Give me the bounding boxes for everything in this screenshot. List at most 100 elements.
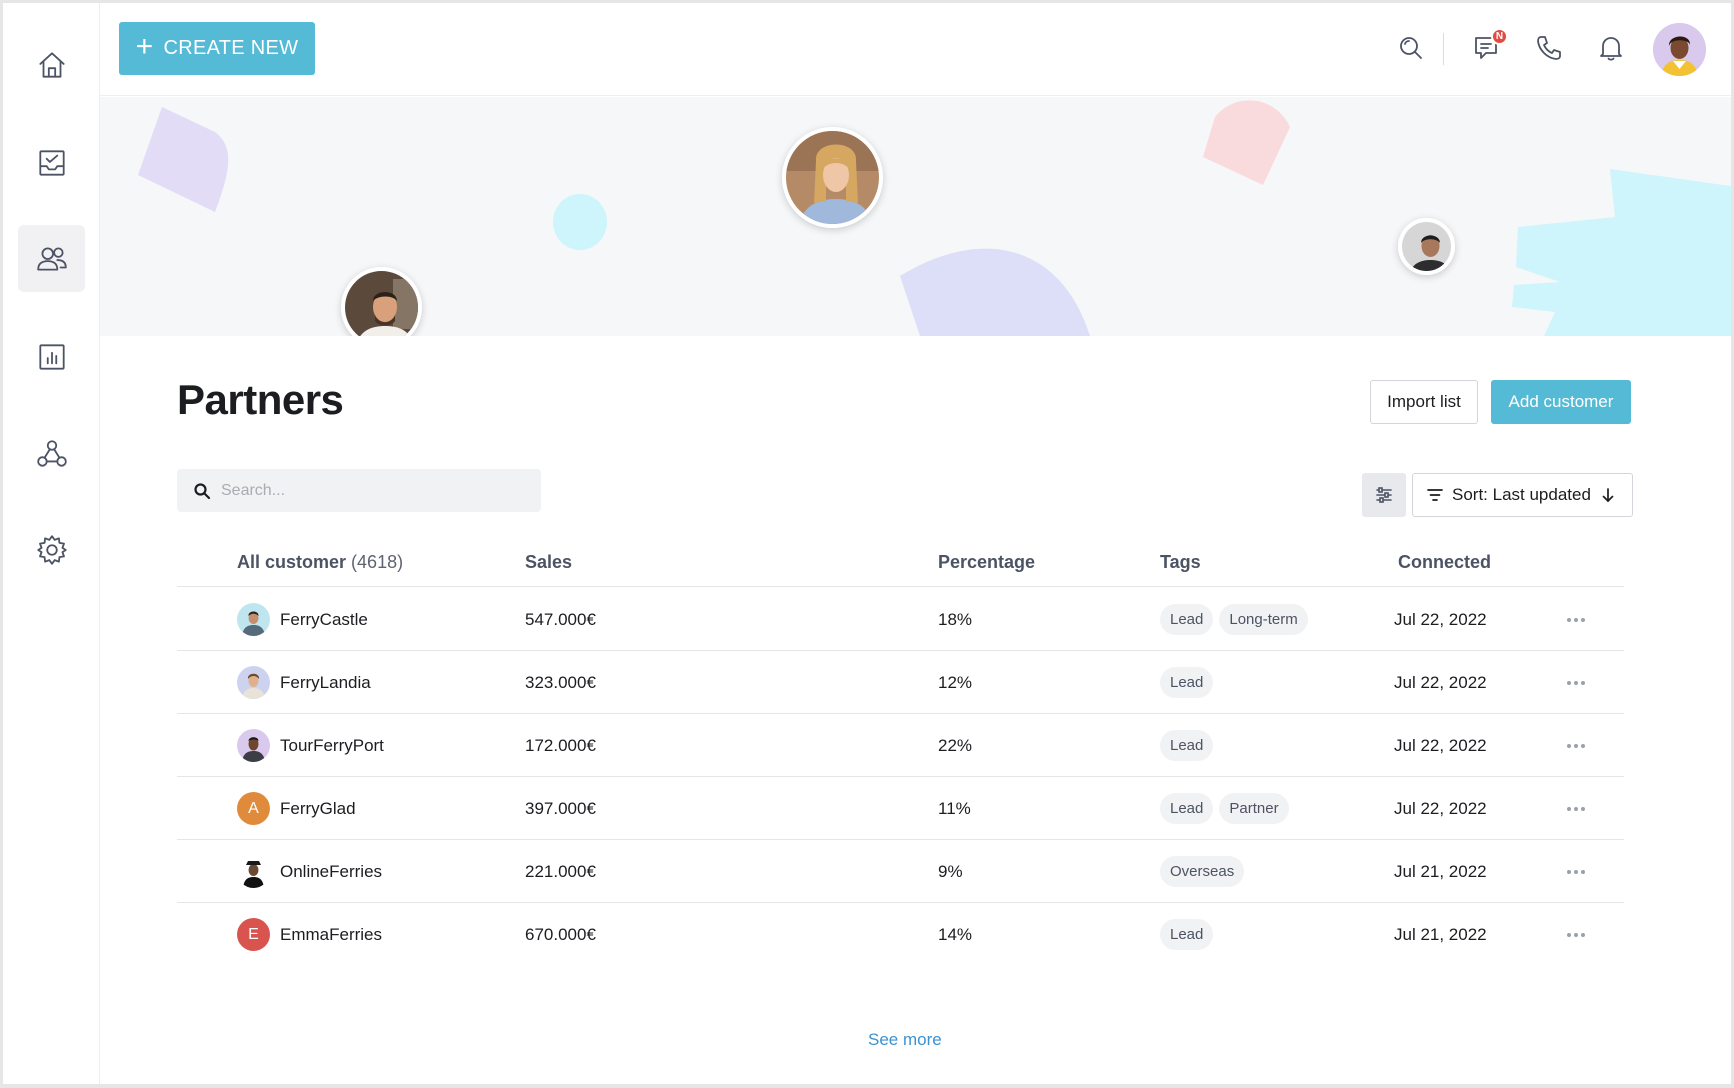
more-options-icon[interactable]	[1567, 903, 1585, 966]
user-avatar[interactable]	[1653, 23, 1706, 76]
tags-cell: Lead	[1160, 651, 1219, 714]
user-avatar-image	[1653, 23, 1706, 76]
sales-value: 670.000€	[525, 924, 596, 944]
customer-avatar: A	[237, 792, 270, 825]
search-icon	[1400, 37, 1422, 59]
connected-date: Jul 21, 2022	[1394, 861, 1487, 881]
percentage-value: 14%	[938, 924, 973, 944]
percentage-value: 18%	[938, 609, 973, 629]
phone-button[interactable]	[1532, 31, 1566, 65]
sliders-icon	[1376, 487, 1392, 503]
connected-date: Jul 22, 2022	[1394, 672, 1487, 692]
add-customer-button[interactable]: Add customer	[1491, 380, 1631, 424]
banner-avatar-man-suit	[1398, 218, 1455, 275]
phone-icon	[1537, 36, 1561, 60]
filter-button[interactable]	[1362, 473, 1406, 517]
tag-badge: Partner	[1219, 793, 1289, 824]
sidebar-item-integrations[interactable]	[18, 420, 85, 487]
more-options-icon[interactable]	[1567, 777, 1585, 840]
more-options-icon[interactable]	[1567, 840, 1585, 903]
column-header-sales[interactable]: Sales	[525, 552, 572, 573]
top-bar: + CREATE NEW N	[100, 3, 1731, 96]
table-row[interactable]: A FerryGlad 397.000€ 11% Lead Partner Jul…	[177, 777, 1624, 840]
tag-badge: Long-term	[1219, 604, 1308, 635]
search-button[interactable]	[1394, 31, 1428, 65]
customer-name[interactable]: EmmaFerries	[280, 925, 382, 945]
search-box	[177, 469, 541, 512]
top-bar-divider	[1443, 33, 1444, 65]
connected-date: Jul 22, 2022	[1394, 735, 1487, 755]
tag-badge: Lead	[1160, 793, 1214, 824]
table-row[interactable]: OnlineFerries 221.000€ 9% Overseas Jul 2…	[177, 840, 1624, 903]
bar-chart-icon	[38, 343, 65, 370]
percentage-value: 12%	[938, 672, 973, 692]
column-header-tags[interactable]: Tags	[1160, 552, 1201, 573]
tags-cell: Lead Long-term	[1160, 588, 1314, 651]
percentage-value: 11%	[938, 798, 971, 818]
search-input[interactable]	[221, 481, 511, 500]
customer-avatar: E	[237, 918, 270, 951]
tags-cell: Overseas	[1160, 840, 1250, 903]
plus-icon: +	[135, 30, 154, 63]
customer-count: (4618)	[351, 552, 404, 572]
sidebar-item-inbox[interactable]	[18, 129, 85, 196]
home-icon	[38, 51, 65, 78]
sort-button[interactable]: Sort: Last updated	[1412, 473, 1633, 517]
sales-value: 172.000€	[525, 735, 596, 755]
see-more-link[interactable]: See more	[868, 1030, 942, 1050]
connected-date: Jul 21, 2022	[1394, 924, 1487, 944]
customer-name[interactable]: OnlineFerries	[280, 862, 382, 882]
sidebar-item-reports[interactable]	[18, 323, 85, 390]
gear-icon	[36, 534, 67, 565]
tags-cell: Lead Partner	[1160, 777, 1295, 840]
sidebar-item-home[interactable]	[18, 31, 85, 98]
arrow-down-icon	[1602, 488, 1614, 503]
page-title: Partners	[177, 376, 344, 423]
sort-label: Sort: Last updated	[1452, 485, 1591, 504]
column-header-customer[interactable]: All customer (4618)	[237, 552, 403, 573]
tags-cell: Lead	[1160, 714, 1219, 777]
percentage-value: 9%	[938, 861, 963, 881]
import-list-button[interactable]: Import list	[1370, 380, 1478, 424]
customer-name[interactable]: TourFerryPort	[280, 736, 384, 756]
tag-badge: Lead	[1160, 730, 1214, 761]
customer-avatar	[237, 666, 270, 699]
notifications-button[interactable]	[1594, 31, 1628, 65]
users-icon	[36, 246, 67, 271]
banner-avatar-woman	[782, 127, 883, 228]
more-options-icon[interactable]	[1567, 714, 1585, 777]
table-row[interactable]: FerryLandia 323.000€ 12% Lead Jul 22, 20…	[177, 651, 1624, 714]
message-badge: N	[1491, 28, 1508, 45]
column-header-percentage[interactable]: Percentage	[938, 552, 1035, 573]
customer-name[interactable]: FerryLandia	[280, 673, 371, 693]
bell-icon	[1600, 37, 1622, 61]
more-options-icon[interactable]	[1567, 588, 1585, 651]
sidebar-item-settings[interactable]	[18, 516, 85, 583]
connected-date: Jul 22, 2022	[1394, 798, 1487, 818]
column-header-connected[interactable]: Connected	[1398, 552, 1491, 573]
table-row[interactable]: TourFerryPort 172.000€ 22% Lead Jul 22, …	[177, 714, 1624, 777]
sidebar-item-customers[interactable]	[18, 225, 85, 292]
tags-cell: Lead	[1160, 903, 1219, 966]
tag-badge: Lead	[1160, 604, 1214, 635]
hero-banner	[100, 97, 1731, 336]
table-row[interactable]: FerryCastle 547.000€ 18% Lead Long-term J…	[177, 588, 1624, 651]
table-header: All customer (4618) Sales Percentage Tag…	[177, 548, 1624, 587]
table-row[interactable]: E EmmaFerries 670.000€ 14% Lead Jul 21, …	[177, 903, 1624, 966]
customer-name[interactable]: FerryCastle	[280, 610, 368, 630]
nodes-icon	[36, 439, 67, 467]
create-new-button[interactable]: + CREATE NEW	[119, 22, 315, 75]
app-window: + CREATE NEW N Partners Import list Add …	[3, 3, 1731, 1084]
sales-value: 323.000€	[525, 672, 596, 692]
sales-value: 547.000€	[525, 609, 596, 629]
sidebar	[3, 3, 100, 1084]
sort-lines-icon	[1427, 489, 1443, 501]
customer-name[interactable]: FerryGlad	[280, 799, 356, 819]
tag-badge: Lead	[1160, 667, 1214, 698]
search-icon	[194, 482, 211, 499]
tag-badge: Lead	[1160, 919, 1214, 950]
customer-avatar	[237, 855, 270, 888]
more-options-icon[interactable]	[1567, 651, 1585, 714]
sales-value: 221.000€	[525, 861, 596, 881]
connected-date: Jul 22, 2022	[1394, 609, 1487, 629]
